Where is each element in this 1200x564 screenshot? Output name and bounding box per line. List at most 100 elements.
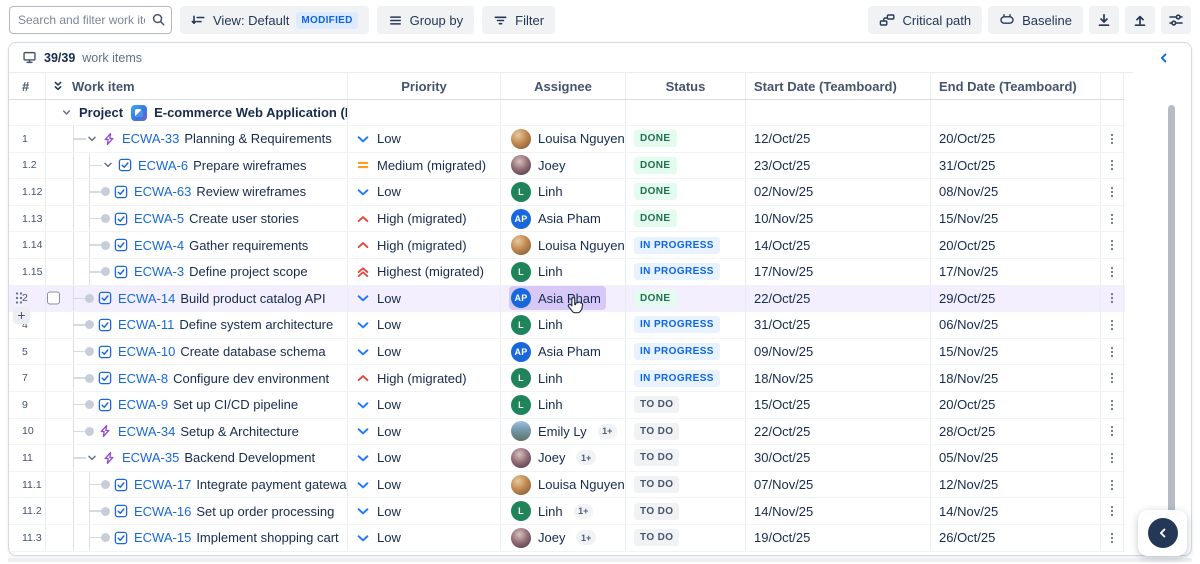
priority-cell[interactable]: Low (348, 525, 501, 551)
start-date-cell[interactable]: 14/Nov/25 (746, 498, 931, 524)
assignee-cell[interactable]: Joey1+ (501, 525, 626, 551)
row-actions-button[interactable] (1101, 525, 1124, 551)
row-actions-button[interactable] (1101, 339, 1124, 365)
collapse-panel-button[interactable] (1157, 51, 1171, 68)
start-date-cell[interactable]: 17/Nov/25 (746, 259, 931, 285)
end-date-cell[interactable]: 26/Oct/25 (931, 525, 1101, 551)
issue-key-link[interactable]: ECWA-63 (134, 184, 191, 199)
assignee-cell[interactable]: Louisa Nguyen1+ (501, 472, 626, 498)
priority-cell[interactable]: Low (348, 286, 501, 312)
priority-cell[interactable]: Low (348, 445, 501, 471)
row-actions-button[interactable] (1101, 419, 1124, 445)
end-date-cell[interactable]: 05/Nov/25 (931, 445, 1101, 471)
upload-button[interactable] (1125, 6, 1155, 34)
work-item-cell[interactable]: ECWA-16 Set up order processing (46, 498, 348, 524)
start-date-cell[interactable]: 14/Oct/25 (746, 232, 931, 258)
issue-key-link[interactable]: ECWA-5 (134, 211, 184, 226)
table-row[interactable]: 11.2 ECWA-16 Set up order processing Low… (9, 498, 1125, 525)
view-button[interactable]: View: Default MODIFIED (180, 6, 369, 34)
priority-cell[interactable]: High (migrated) (348, 365, 501, 391)
row-actions-button[interactable] (1101, 232, 1124, 258)
status-cell[interactable]: DONE (626, 126, 746, 152)
project-row[interactable]: Project E-commerce Web Application (ECWA… (9, 100, 1125, 126)
priority-cell[interactable]: Low (348, 472, 501, 498)
work-item-cell[interactable]: ECWA-9 Set up CI/CD pipeline (46, 392, 348, 418)
start-date-cell[interactable]: 18/Nov/25 (746, 365, 931, 391)
issue-key-link[interactable]: ECWA-8 (118, 371, 168, 386)
row-checkbox[interactable] (47, 292, 60, 305)
row-actions-button[interactable] (1101, 179, 1124, 205)
end-date-cell[interactable]: 20/Oct/25 (931, 392, 1101, 418)
issue-key-link[interactable]: ECWA-10 (118, 344, 175, 359)
end-date-cell[interactable]: 18/Nov/25 (931, 365, 1101, 391)
issue-key-link[interactable]: ECWA-11 (118, 317, 174, 332)
table-row[interactable]: 11 ECWA-35 Backend Development Low Joey1… (9, 445, 1125, 472)
status-cell[interactable]: TO DO (626, 498, 746, 524)
chevron-down-icon[interactable] (60, 106, 73, 119)
end-date-cell[interactable]: 15/Nov/25 (931, 339, 1101, 365)
row-actions-button[interactable] (1101, 392, 1124, 418)
collapse-all-icon[interactable] (51, 79, 65, 93)
table-row[interactable]: 5 ECWA-10 Create database schema Low APA… (9, 339, 1125, 366)
start-date-cell[interactable]: 15/Oct/25 (746, 392, 931, 418)
issue-key-link[interactable]: ECWA-33 (122, 131, 179, 146)
status-cell[interactable]: TO DO (626, 392, 746, 418)
column-header-priority[interactable]: Priority (348, 73, 501, 99)
end-date-cell[interactable]: 20/Oct/25 (931, 126, 1101, 152)
assignee-cell[interactable]: Joey1+ (501, 445, 626, 471)
priority-cell[interactable]: Low (348, 419, 501, 445)
work-item-cell[interactable]: ECWA-4 Gather requirements (46, 232, 348, 258)
assignee-cell[interactable]: Emily Ly1+ (501, 419, 626, 445)
status-cell[interactable]: IN PROGRESS (626, 232, 746, 258)
work-item-cell[interactable]: ECWA-35 Backend Development (46, 445, 348, 471)
column-header-start-date[interactable]: Start Date (Teamboard) (746, 73, 931, 99)
end-date-cell[interactable]: 28/Oct/25 (931, 419, 1101, 445)
horizontal-scrollbar[interactable] (8, 558, 1192, 562)
table-row[interactable]: 11.3 ECWA-15 Implement shopping cart Low… (9, 525, 1125, 552)
critical-path-button[interactable]: Critical path (868, 6, 982, 34)
work-item-cell[interactable]: ECWA-10 Create database schema (46, 339, 348, 365)
start-date-cell[interactable]: 19/Oct/25 (746, 525, 931, 551)
issue-key-link[interactable]: ECWA-3 (134, 264, 184, 279)
end-date-cell[interactable]: 17/Nov/25 (931, 259, 1101, 285)
assignee-cell[interactable]: APAsia Pham (501, 339, 626, 365)
start-date-cell[interactable]: 07/Nov/25 (746, 472, 931, 498)
table-row[interactable]: 1.12 ECWA-63 Review wireframes Low LLinh… (9, 179, 1125, 206)
column-header-end-date[interactable]: End Date (Teamboard) (931, 73, 1101, 99)
work-item-cell[interactable]: ECWA-5 Create user stories (46, 206, 348, 232)
row-actions-button[interactable] (1101, 259, 1124, 285)
start-date-cell[interactable]: 31/Oct/25 (746, 312, 931, 338)
priority-cell[interactable]: Low (348, 339, 501, 365)
status-cell[interactable]: IN PROGRESS (626, 312, 746, 338)
end-date-cell[interactable]: 15/Nov/25 (931, 206, 1101, 232)
issue-key-link[interactable]: ECWA-35 (122, 450, 179, 465)
status-cell[interactable]: IN PROGRESS (626, 259, 746, 285)
issue-key-link[interactable]: ECWA-16 (134, 504, 191, 519)
work-item-cell[interactable]: ECWA-15 Implement shopping cart (46, 525, 348, 551)
end-date-cell[interactable]: 20/Oct/25 (931, 232, 1101, 258)
column-header-status[interactable]: Status (626, 73, 746, 99)
drag-handle-icon[interactable] (15, 292, 23, 305)
assignee-cell[interactable]: Joey (501, 153, 626, 179)
end-date-cell[interactable]: 06/Nov/25 (931, 312, 1101, 338)
assignee-cell[interactable]: LLinh (501, 259, 626, 285)
start-date-cell[interactable]: 30/Oct/25 (746, 445, 931, 471)
status-cell[interactable]: DONE (626, 179, 746, 205)
issue-key-link[interactable]: ECWA-4 (134, 238, 184, 253)
row-actions-button[interactable] (1101, 286, 1124, 312)
work-item-cell[interactable]: ECWA-17 Integrate payment gateway (46, 472, 348, 498)
start-date-cell[interactable]: 22/Oct/25 (746, 286, 931, 312)
work-item-cell[interactable]: ECWA-34 Setup & Architecture (46, 419, 348, 445)
row-actions-button[interactable] (1101, 445, 1124, 471)
issue-key-link[interactable]: ECWA-15 (134, 530, 191, 545)
priority-cell[interactable]: Low (348, 312, 501, 338)
work-item-cell[interactable]: ECWA-11 Define system architecture (46, 312, 348, 338)
table-row[interactable]: 1.15 ECWA-3 Define project scope Highest… (9, 259, 1125, 286)
table-row[interactable]: 10 ECWA-34 Setup & Architecture Low Emil… (9, 419, 1125, 446)
assignee-cell[interactable]: LLinh (501, 312, 626, 338)
column-header-assignee[interactable]: Assignee (501, 73, 626, 99)
end-date-cell[interactable]: 08/Nov/25 (931, 179, 1101, 205)
table-row[interactable]: 2 ECWA-14 Build product catalog API Low … (9, 286, 1125, 313)
assignee-cell[interactable]: LLinh (501, 392, 626, 418)
work-item-cell[interactable]: ECWA-14 Build product catalog API (46, 286, 348, 312)
